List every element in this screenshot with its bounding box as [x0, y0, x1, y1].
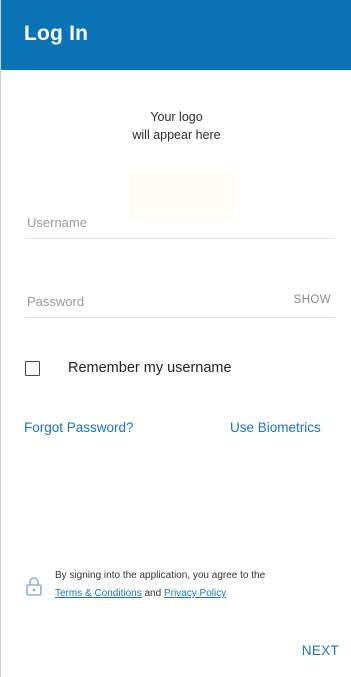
logo-text-line2: will appear here — [132, 128, 221, 142]
logo-text-line1: Your logo — [150, 110, 203, 124]
remember-username-label[interactable]: Remember my username — [68, 360, 232, 376]
username-field-container — [25, 208, 335, 239]
agreement-notice: By signing into the application, you agr… — [25, 567, 340, 607]
next-button[interactable]: NEXT — [302, 643, 339, 658]
privacy-policy-link[interactable]: Privacy Policy — [164, 588, 226, 599]
app-bar: Log In — [1, 0, 351, 70]
show-password-button[interactable]: SHOW — [294, 294, 331, 306]
password-input[interactable] — [27, 287, 277, 315]
password-field-container: SHOW — [25, 287, 335, 318]
remember-username-checkbox[interactable] — [25, 361, 40, 376]
forgot-password-link[interactable]: Forgot Password? — [24, 420, 134, 435]
lock-icon — [26, 577, 42, 596]
agreement-links-line: Terms & Conditions and Privacy Policy — [55, 588, 226, 599]
logo-placeholder-text: Your logo will appear here — [1, 108, 351, 144]
agreement-text: By signing into the application, you agr… — [55, 570, 266, 581]
page-title: Log In — [24, 22, 89, 45]
use-biometrics-link[interactable]: Use Biometrics — [230, 420, 321, 435]
username-input[interactable] — [27, 208, 277, 236]
agreement-and-text: and — [144, 588, 162, 599]
terms-link[interactable]: Terms & Conditions — [55, 588, 142, 599]
login-screen: Log In Your logo will appear here SHOW R… — [0, 0, 351, 677]
